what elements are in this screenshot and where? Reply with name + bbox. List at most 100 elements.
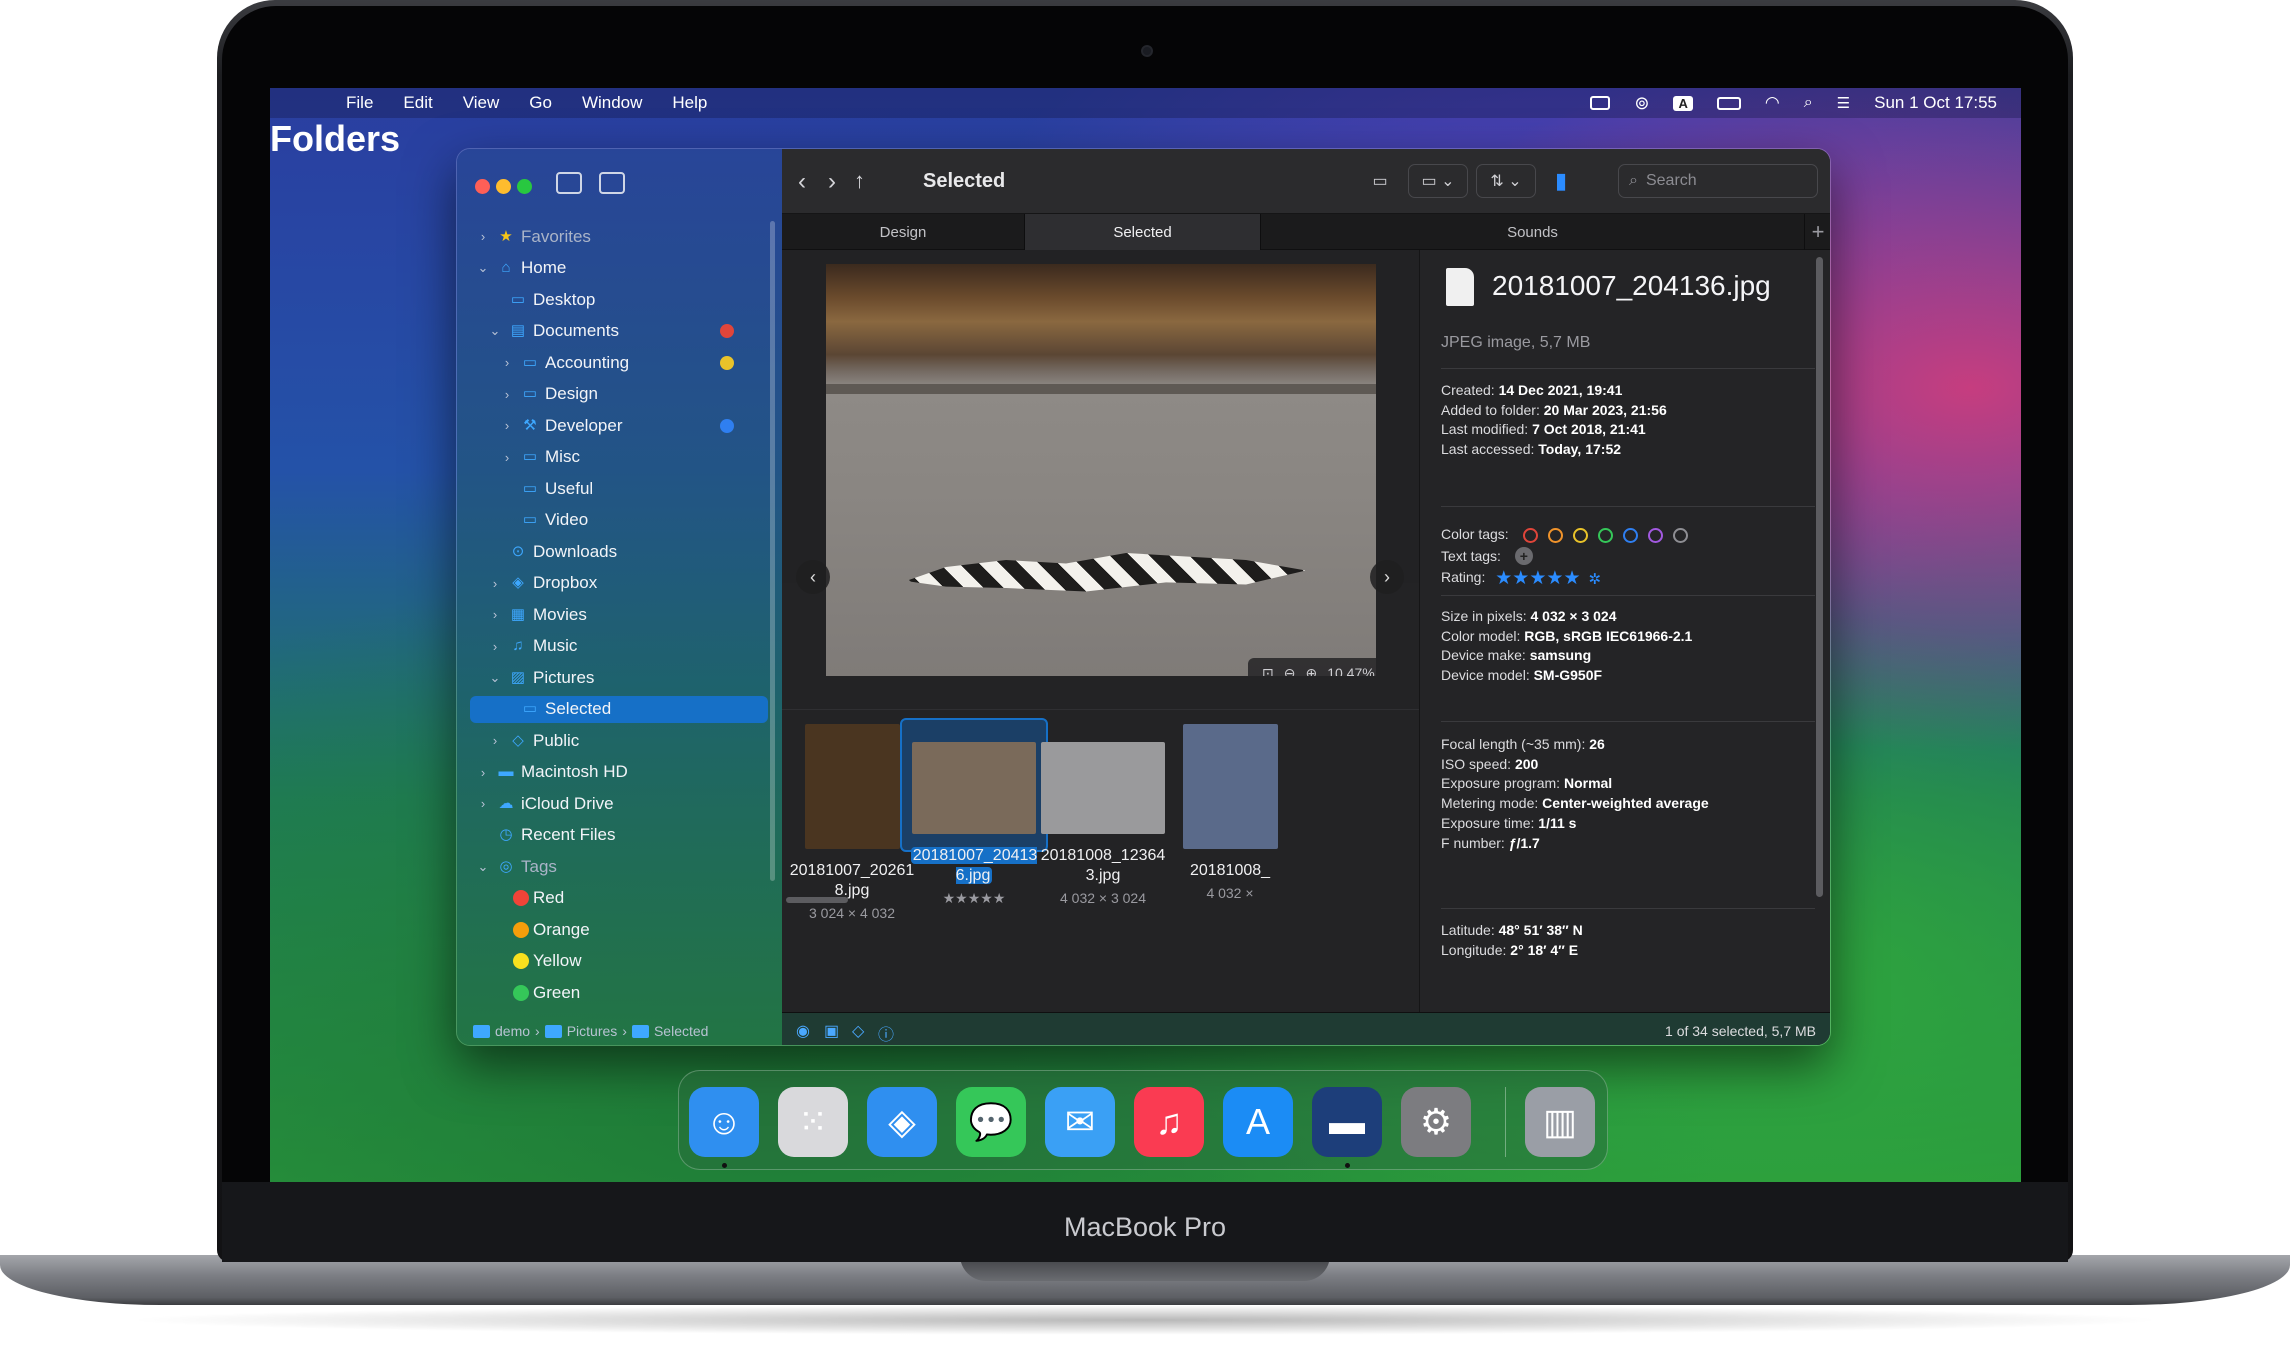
next-image-button[interactable]: ›: [1370, 560, 1404, 594]
sidebar-item-pictures[interactable]: ⌄ ▨ Pictures: [457, 662, 782, 694]
sidebar-item-favorites[interactable]: › ★ Favorites: [457, 221, 782, 253]
slideshow-icon[interactable]: ▣: [824, 1021, 844, 1040]
input-source-icon[interactable]: A: [1673, 95, 1693, 111]
chevron-right-icon[interactable]: ›: [489, 607, 501, 622]
sidebar-item-video[interactable]: ▭ Video: [457, 505, 782, 537]
dock-app-store[interactable]: A: [1223, 1087, 1293, 1157]
chevron-down-icon[interactable]: ⌄: [477, 859, 489, 875]
thumbnail-item[interactable]: 20181008_123643.jpg 4 032 × 3 024: [1039, 724, 1167, 906]
eye-icon[interactable]: ◉: [796, 1021, 816, 1040]
star-icon[interactable]: ★: [1563, 568, 1580, 589]
menu-go[interactable]: Go: [529, 93, 552, 113]
bookmark-button[interactable]: ▮: [1546, 164, 1576, 198]
preview-photo[interactable]: ⊡ ⊖ ⊕ 10.47%: [826, 264, 1376, 676]
chevron-right-icon[interactable]: ›: [501, 450, 513, 465]
back-button[interactable]: ‹: [798, 168, 806, 196]
zoom-out-icon[interactable]: ⊖: [1284, 665, 1296, 677]
lock-icon[interactable]: ⊡: [1262, 665, 1274, 677]
color-tag-circle[interactable]: [1572, 527, 1588, 543]
sidebar-item-music[interactable]: › ♫ Music: [457, 631, 782, 663]
tag-icon[interactable]: ◇: [852, 1021, 872, 1040]
chevron-right-icon[interactable]: ›: [489, 639, 501, 654]
sidebar-item-tags[interactable]: ⌄ ◎ Tags: [457, 851, 782, 883]
dock-system-settings[interactable]: ⚙: [1401, 1087, 1471, 1157]
sidebar-item-home[interactable]: ⌄ ⌂ Home: [457, 253, 782, 285]
chevron-right-icon[interactable]: ›: [489, 576, 501, 591]
color-tag-circle[interactable]: [1597, 527, 1613, 543]
chevron-down-icon[interactable]: ⌄: [477, 260, 489, 276]
zoom-in-icon[interactable]: ⊕: [1305, 665, 1317, 677]
control-center-icon[interactable]: ☰: [1837, 94, 1850, 112]
sidebar-item-green[interactable]: Green: [457, 977, 782, 1009]
horizontal-scrollbar[interactable]: [786, 897, 848, 903]
new-tab-icon[interactable]: [599, 172, 625, 194]
tab-design[interactable]: Design: [782, 214, 1025, 250]
sidebar-item-desktop[interactable]: ▭ Desktop: [457, 284, 782, 316]
sidebar-item-red[interactable]: Red: [457, 883, 782, 915]
color-tag-circle[interactable]: [1672, 527, 1688, 543]
star-icon[interactable]: ★: [1512, 568, 1529, 589]
sync-icon[interactable]: ⊚: [1634, 93, 1649, 114]
sidebar-item-design[interactable]: › ▭ Design: [457, 379, 782, 411]
sidebar-item-icloud-drive[interactable]: › ☁ iCloud Drive: [457, 788, 782, 820]
color-tag-circle[interactable]: [1647, 527, 1663, 543]
battery-icon[interactable]: [1716, 96, 1741, 110]
sidebar-item-public[interactable]: › ◇ Public: [457, 725, 782, 757]
menu-clock[interactable]: Sun 1 Oct 17:55: [1874, 93, 1997, 113]
sidebar-item-documents[interactable]: ⌄ ▤ Documents: [457, 316, 782, 348]
dock-music[interactable]: ♫: [1134, 1087, 1204, 1157]
enclosing-folder-button[interactable]: ↑: [854, 168, 865, 194]
chevron-down-icon[interactable]: ⌄: [489, 670, 501, 686]
star-icon[interactable]: ★: [1529, 568, 1546, 589]
menu-help[interactable]: Help: [672, 93, 707, 113]
star-icon[interactable]: ★: [1495, 568, 1512, 589]
thumbnail-item[interactable]: 20181008_ 4 032 ×: [1166, 724, 1294, 901]
sidebar-item-misc[interactable]: › ▭ Misc: [457, 442, 782, 474]
menu-view[interactable]: View: [463, 93, 500, 113]
sidebar-item-orange[interactable]: Orange: [457, 914, 782, 946]
chevron-right-icon[interactable]: ›: [477, 229, 489, 244]
path-segment-demo[interactable]: demo: [495, 1023, 530, 1039]
sidebar-item-downloads[interactable]: ⊙ Downloads: [457, 536, 782, 568]
close-window-button[interactable]: [475, 179, 490, 194]
dock-folders[interactable]: ▬: [1312, 1087, 1382, 1157]
sidebar-scrollbar[interactable]: [770, 221, 775, 881]
color-tag-circle[interactable]: [1522, 527, 1538, 543]
menu-edit[interactable]: Edit: [403, 93, 432, 113]
info-icon[interactable]: ⓘ: [878, 1021, 898, 1044]
tab-sounds[interactable]: Sounds: [1261, 214, 1805, 250]
star-icon[interactable]: ★: [1546, 568, 1563, 589]
thumbnail-item[interactable]: 20181007_202618.jpg 3 024 × 4 032: [788, 724, 916, 921]
chevron-right-icon[interactable]: ›: [477, 796, 489, 811]
add-tab-button[interactable]: +: [1805, 214, 1830, 250]
search-field[interactable]: ⌕ Search: [1618, 164, 1818, 198]
view-mode-button[interactable]: ▭ ⌄: [1408, 164, 1468, 198]
sidebar-item-selected[interactable]: ▭ Selected: [457, 694, 782, 726]
sidebar-item-movies[interactable]: › ▦ Movies: [457, 599, 782, 631]
tab-selected[interactable]: Selected: [1025, 214, 1261, 250]
path-segment-selected[interactable]: Selected: [654, 1023, 708, 1039]
dock-safari[interactable]: ◈: [867, 1087, 937, 1157]
toggle-sidebar-icon[interactable]: [556, 172, 582, 194]
dock-launchpad[interactable]: ⁙: [778, 1087, 848, 1157]
keyboard-icon[interactable]: [1590, 96, 1611, 110]
zoom-window-button[interactable]: [517, 179, 532, 194]
chevron-right-icon[interactable]: ›: [501, 387, 513, 402]
minimize-window-button[interactable]: [496, 179, 511, 194]
add-text-tag-button[interactable]: +: [1514, 547, 1533, 565]
sort-button[interactable]: ⇅ ⌄: [1476, 164, 1536, 198]
sidebar-item-recent-files[interactable]: ◷ Recent Files: [457, 820, 782, 852]
dock-messages[interactable]: 💬: [956, 1087, 1026, 1157]
sidebar-item-accounting[interactable]: › ▭ Accounting: [457, 347, 782, 379]
chevron-right-icon[interactable]: ›: [489, 733, 501, 748]
inspector-scrollbar[interactable]: [1816, 257, 1823, 897]
dock-mail[interactable]: ✉: [1045, 1087, 1115, 1157]
clear-rating-icon[interactable]: ✲: [1588, 571, 1601, 588]
forward-button[interactable]: ›: [828, 168, 836, 196]
color-tag-circle[interactable]: [1547, 527, 1563, 543]
previous-image-button[interactable]: ‹: [796, 560, 830, 594]
path-segment-pictures[interactable]: Pictures: [567, 1023, 618, 1039]
search-icon[interactable]: ⌕: [1804, 94, 1813, 112]
chevron-right-icon[interactable]: ›: [477, 765, 489, 780]
sidebar-item-useful[interactable]: ▭ Useful: [457, 473, 782, 505]
